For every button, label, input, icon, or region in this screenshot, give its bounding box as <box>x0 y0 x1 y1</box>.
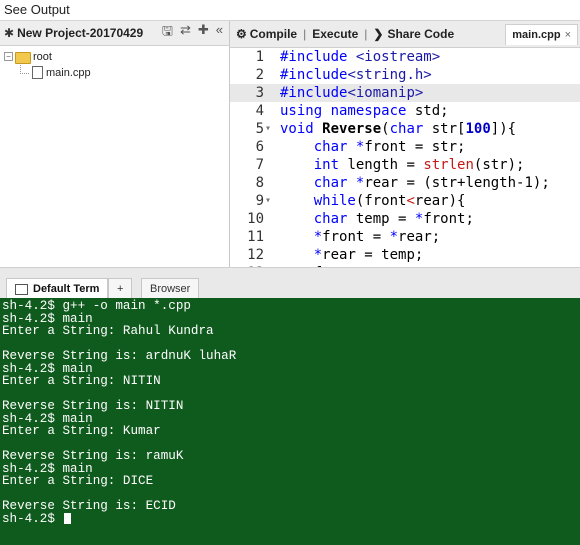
terminal-line: Reverse String is: ramuK <box>2 449 184 463</box>
terminal-line: Reverse String is: NITIN <box>2 399 184 413</box>
tab-default-term[interactable]: Default Term <box>6 278 109 299</box>
code-line[interactable]: void Reverse(char str[100]){ <box>280 120 516 138</box>
project-pane: ✱ New Project-20170429 🖫 ⇄ ✚ « − root ma… <box>0 21 230 267</box>
tab-browser-label: Browser <box>150 283 191 295</box>
tree-root[interactable]: − root <box>0 49 229 74</box>
close-icon[interactable]: × <box>565 29 571 41</box>
tab-browser[interactable]: Browser <box>141 278 200 299</box>
execute-button[interactable]: Execute <box>306 27 364 41</box>
gear-icon[interactable]: ✱ <box>4 26 14 40</box>
code-line[interactable]: char temp = *front; <box>280 210 474 228</box>
terminal-prompt: sh-4.2$ <box>2 511 63 526</box>
tab-default-term-label: Default Term <box>33 283 100 295</box>
compile-icon: ⚙ <box>236 27 247 41</box>
line-number: 7 <box>255 157 264 173</box>
add-tab-button[interactable]: + <box>108 278 133 299</box>
line-number: 9 <box>255 193 264 209</box>
terminal-icon <box>15 283 28 295</box>
project-tools: 🖫 ⇄ ✚ « <box>162 22 223 44</box>
line-number: 8 <box>255 175 264 191</box>
terminal-line: Enter a String: Kumar <box>2 424 161 438</box>
editor-toolbar: ⚙ Compile | Execute | ❯ Share Code main.… <box>230 21 580 48</box>
add-tab-label: + <box>117 283 124 295</box>
terminal-line: sh-4.2$ g++ -o main *.cpp <box>2 299 191 313</box>
code-line[interactable]: char *rear = (str+length-1); <box>280 174 550 192</box>
line-number: 11 <box>247 229 264 245</box>
share-button[interactable]: ❯ Share Code <box>367 27 460 41</box>
terminal-line: Enter a String: DICE <box>2 474 154 488</box>
line-number: 2 <box>255 67 264 83</box>
fold-icon[interactable]: ▾ <box>265 192 271 210</box>
code-line[interactable]: char *front = str; <box>280 138 466 156</box>
file-icon <box>32 66 43 79</box>
tree-root-label[interactable]: root <box>33 49 52 65</box>
file-tab-label: main.cpp <box>512 28 561 41</box>
code-line[interactable]: #include<string.h> <box>280 66 432 84</box>
tree-file-label[interactable]: main.cpp <box>46 65 91 81</box>
tree-file[interactable]: main.cpp <box>0 65 229 81</box>
line-number: 4 <box>255 103 264 119</box>
terminal-tabbar: Default Term + Browser <box>0 267 580 299</box>
line-number: 1 <box>255 49 264 65</box>
code-line[interactable]: *rear = temp; <box>280 246 424 264</box>
file-tree: − root main.cpp <box>0 46 229 81</box>
terminal-line: Enter a String: NITIN <box>2 374 161 388</box>
terminal-line: Enter a String: Rahul Kundra <box>2 324 214 338</box>
project-title[interactable]: New Project-20170429 <box>17 26 143 40</box>
share-label: Share Code <box>387 27 455 41</box>
terminal-line: Reverse String is: ardnuK luhaR <box>2 349 237 363</box>
terminal-prompt-line[interactable]: sh-4.2$ <box>2 511 580 526</box>
line-number: 3 <box>255 85 264 101</box>
collapse-icon[interactable]: « <box>216 22 223 44</box>
execute-label: Execute <box>312 27 359 41</box>
line-number: 5 <box>255 121 264 137</box>
editor-pane: ⚙ Compile | Execute | ❯ Share Code main.… <box>230 21 580 267</box>
line-number: 12 <box>247 247 264 263</box>
file-tab-main[interactable]: main.cpp × <box>505 23 578 45</box>
code-line[interactable]: #include<iomanip> <box>280 84 423 102</box>
refresh-icon[interactable]: ⇄ <box>180 22 191 44</box>
project-header: ✱ New Project-20170429 🖫 ⇄ ✚ « <box>0 21 229 46</box>
see-output-label[interactable]: See Output <box>4 2 70 17</box>
code-line[interactable]: int length = strlen(str); <box>280 156 525 174</box>
save-icon[interactable]: 🖫 <box>162 22 173 44</box>
terminal-output[interactable]: sh-4.2$ g++ -o main *.cpp sh-4.2$ main E… <box>0 298 580 545</box>
line-number: 6 <box>255 139 264 155</box>
add-icon[interactable]: ✚ <box>198 22 209 44</box>
terminal-cursor <box>64 512 72 524</box>
compile-button[interactable]: ⚙ Compile <box>230 27 303 41</box>
see-output-bar[interactable]: See Output <box>0 0 580 21</box>
compile-label: Compile <box>249 27 298 41</box>
fold-icon[interactable]: ▾ <box>265 120 271 138</box>
line-number: 10 <box>247 211 264 227</box>
share-icon: ❯ <box>373 27 384 41</box>
code-line[interactable]: using namespace std; <box>280 102 449 120</box>
code-line[interactable]: while(front<rear){ <box>280 192 466 210</box>
terminal-line: Reverse String is: ECID <box>2 499 176 513</box>
code-line[interactable]: *front = *rear; <box>280 228 440 246</box>
collapse-toggle-icon[interactable]: − <box>4 52 13 61</box>
code-editor[interactable]: 1 #include <iostream> 2 #include<string.h>… <box>230 48 580 267</box>
code-line[interactable]: #include <iostream> <box>280 48 440 66</box>
